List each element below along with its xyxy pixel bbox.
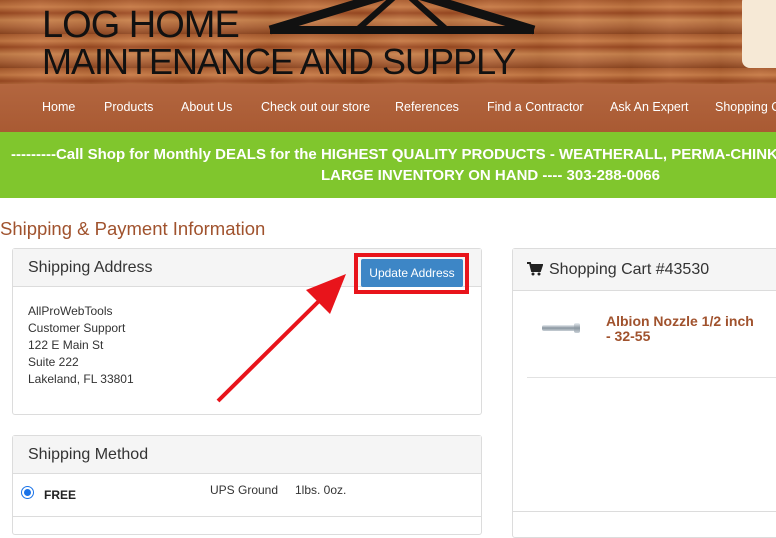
shopping-cart-title: Shopping Cart #43530 xyxy=(549,261,710,278)
cart-icon xyxy=(527,262,543,276)
shopping-cart-panel: Shopping Cart #43530 xyxy=(512,248,776,538)
shopping-cart-header: Shopping Cart #43530 xyxy=(513,249,776,291)
shipping-weight: 1lbs. 0oz. xyxy=(295,483,347,497)
cart-divider xyxy=(527,377,776,378)
cart-item-name[interactable]: Albion Nozzle 1/2 inch - 32-55 xyxy=(606,314,756,344)
shipping-option-radio[interactable] xyxy=(21,486,34,499)
cart-divider xyxy=(513,511,776,512)
shipping-option-row[interactable]: FREE UPS Ground 1lbs. 0oz. xyxy=(13,475,481,515)
shipping-method-header: Shipping Method xyxy=(13,436,481,474)
shipping-method-title: Shipping Method xyxy=(28,446,149,463)
method-divider xyxy=(13,516,481,517)
product-thumbnail[interactable] xyxy=(540,322,582,336)
shipping-option-label: FREE xyxy=(44,488,77,502)
shipping-carrier: UPS Ground xyxy=(210,483,279,497)
